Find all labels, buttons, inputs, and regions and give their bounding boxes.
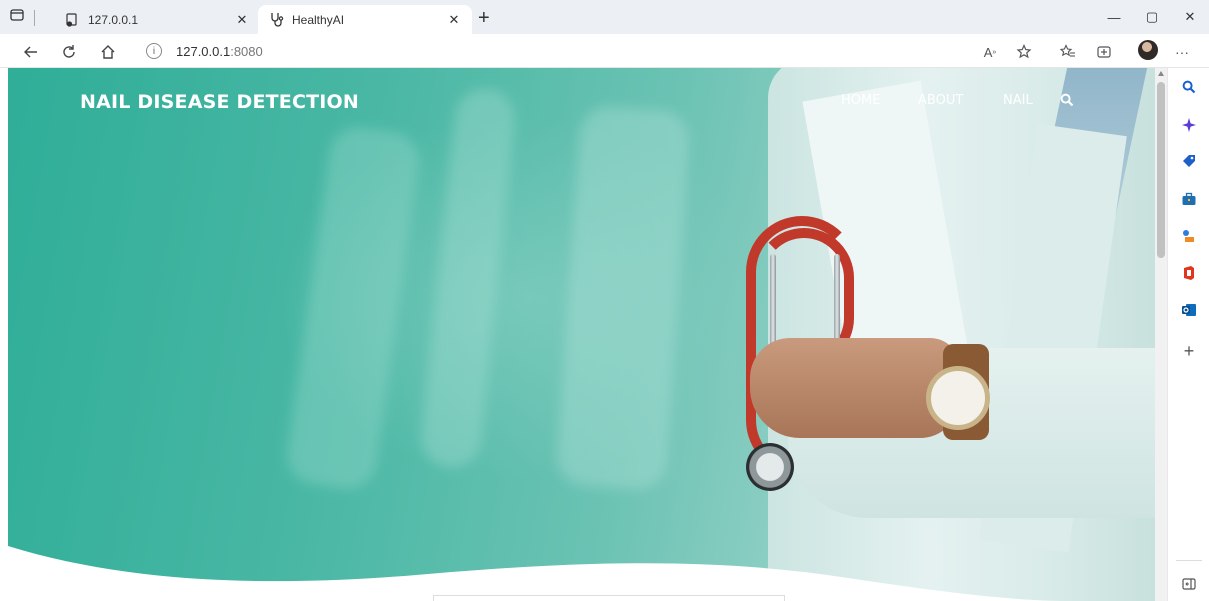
url-port: :8080 [230, 43, 263, 59]
sidebar-divider [1176, 560, 1202, 561]
minimize-button[interactable]: — [1095, 0, 1133, 34]
nav-home-link[interactable]: HOME [841, 93, 880, 108]
sidebar-toggle-icon[interactable] [1180, 575, 1198, 593]
back-icon[interactable] [20, 41, 42, 63]
site-header: NAIL DISEASE DETECTION HOME ABOUT NAIL [8, 68, 1155, 138]
url-host: 127.0.0.1 [176, 43, 231, 59]
page-scrollbar[interactable] [1155, 68, 1167, 601]
refresh-icon[interactable] [58, 41, 80, 63]
edge-sidebar: + [1167, 68, 1209, 601]
search-icon[interactable] [1180, 78, 1198, 96]
tab-localhost[interactable]: 127.0.0.1 ✕ [54, 5, 260, 34]
tab-title: HealthyAI [292, 12, 345, 27]
address-bar[interactable]: i 127.0.0.1:8080 [140, 38, 1020, 64]
home-icon[interactable] [97, 41, 119, 63]
read-aloud-icon[interactable]: A» [980, 42, 1000, 62]
favorites-icon[interactable] [1058, 42, 1078, 62]
tab-actions [10, 8, 35, 27]
games-icon[interactable] [1180, 227, 1198, 245]
stethoscope-icon [268, 12, 284, 28]
more-options-icon[interactable]: ··· [1172, 42, 1192, 62]
favorite-add-icon[interactable] [1014, 42, 1034, 62]
collections-icon[interactable] [1094, 42, 1114, 62]
site-info-icon[interactable]: i [146, 43, 162, 59]
profile-avatar[interactable] [1138, 40, 1158, 60]
tab-actions-icon[interactable] [10, 8, 24, 27]
close-window-button[interactable]: ✕ [1171, 0, 1209, 34]
new-tab-button[interactable]: + [478, 8, 490, 28]
close-icon[interactable]: ✕ [446, 12, 462, 28]
copilot-icon[interactable] [1180, 116, 1198, 134]
tab-title: 127.0.0.1 [88, 12, 139, 27]
search-icon[interactable] [1060, 93, 1076, 109]
nav-nail-link[interactable]: NAIL [1003, 93, 1033, 108]
close-icon[interactable]: ✕ [234, 12, 250, 28]
nav-about-link[interactable]: ABOUT [918, 93, 963, 108]
restore-button[interactable]: ▢ [1133, 0, 1171, 34]
tag-icon[interactable] [1180, 152, 1198, 170]
scroll-thumb[interactable] [1157, 82, 1165, 258]
window-controls: — ▢ ✕ [1095, 0, 1209, 34]
site-brand[interactable]: NAIL DISEASE DETECTION [80, 91, 359, 113]
content-card-edge [433, 595, 785, 601]
page-icon [64, 12, 80, 28]
hero-wave-divider [8, 546, 1068, 601]
add-icon[interactable]: + [1180, 341, 1198, 361]
office-icon[interactable] [1180, 264, 1198, 282]
tab-healthyai[interactable]: HealthyAI ✕ [258, 5, 472, 34]
address-toolbar: i 127.0.0.1:8080 A» ··· [0, 34, 1209, 68]
tab-strip: 127.0.0.1 ✕ HealthyAI ✕ + — ▢ ✕ [0, 0, 1209, 34]
page-viewport: NAIL DISEASE DETECTION HOME ABOUT NAIL [8, 68, 1155, 601]
outlook-icon[interactable] [1180, 301, 1198, 319]
scroll-up-arrow[interactable] [1158, 71, 1164, 76]
tab-divider [34, 9, 35, 26]
browser-window: 127.0.0.1 ✕ HealthyAI ✕ + — ▢ ✕ i 127.0.… [0, 0, 1209, 601]
toolbox-icon[interactable] [1180, 190, 1198, 208]
